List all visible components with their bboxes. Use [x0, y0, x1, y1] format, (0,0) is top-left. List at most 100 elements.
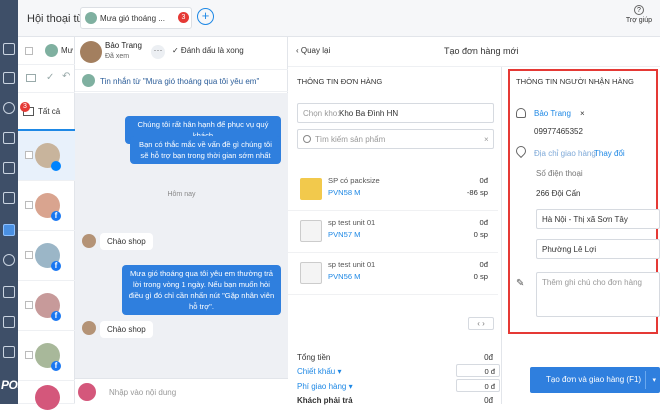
- contact-name: Bảo Trang: [105, 41, 142, 50]
- calendar-icon[interactable]: [3, 162, 15, 174]
- select-all-checkbox[interactable]: [25, 47, 33, 55]
- no-image-icon: [300, 220, 322, 242]
- page-avatar: [82, 74, 95, 87]
- receiver-phone: 09977465352: [534, 127, 583, 136]
- product-code-link[interactable]: PVN57 M: [328, 230, 361, 239]
- product-code-link[interactable]: PVN58 M: [328, 188, 361, 197]
- user-icon[interactable]: [3, 102, 15, 114]
- chevron-down-icon[interactable]: ▾: [652, 376, 656, 384]
- product-row[interactable]: SP có packsize PVN58 M 0đ -86 sp: [288, 171, 498, 211]
- order-panel: ‹ Quay lại Tạo đơn hàng mới THÔNG TIN ĐƠ…: [288, 37, 660, 405]
- list-item[interactable]: f: [18, 281, 75, 331]
- add-tab-button[interactable]: +: [197, 8, 214, 25]
- phone-field[interactable]: Số điện thoại: [536, 169, 583, 178]
- shipping-fee-dropdown[interactable]: Phí giao hàng ▾: [297, 382, 353, 391]
- tab-all-label: Tất cả: [38, 107, 61, 116]
- total-value: 0đ: [484, 353, 493, 362]
- change-address-link[interactable]: Thay đổi: [594, 149, 625, 158]
- order-info-panel: THÔNG TIN ĐƠN HÀNG Chọn kho: Kho Ba Đình…: [288, 67, 502, 405]
- tab-all[interactable]: 3 Tất cả: [18, 93, 75, 131]
- order-title: Tạo đơn hàng mới: [444, 46, 519, 56]
- list-toolbar: Mư: [18, 37, 75, 65]
- home-icon[interactable]: [3, 43, 15, 55]
- order-note-textarea[interactable]: Thêm ghi chú cho đơn hàng: [536, 272, 660, 317]
- document-icon[interactable]: [3, 72, 15, 84]
- mark-done-button[interactable]: ✓ Đánh dấu là xong: [172, 46, 244, 55]
- product-search[interactable]: Tìm kiếm sản phẩm ×: [297, 129, 494, 149]
- search-icon: [303, 135, 311, 143]
- compose-box[interactable]: Nhập vào nội dung: [75, 378, 288, 404]
- pencil-icon: ✎: [516, 278, 525, 289]
- product-image: [300, 178, 322, 200]
- store-icon[interactable]: [3, 316, 15, 328]
- help-button[interactable]: ? Trợ giúp: [626, 5, 652, 24]
- receiver-info-heading: THÔNG TIN NGƯỜI NHẬN HÀNG: [516, 77, 634, 86]
- cart-icon[interactable]: [3, 286, 15, 298]
- ward-select[interactable]: Phường Lê Lợi: [536, 239, 660, 259]
- warehouse-select[interactable]: Chọn kho: Kho Ba Đình HN: [297, 103, 494, 123]
- district-select[interactable]: Hà Nội - Thị xã Sơn Tây: [536, 209, 660, 229]
- row-checkbox[interactable]: [25, 201, 33, 209]
- product-row[interactable]: sp test unit 01 PVN56 M 0đ 0 sp: [288, 255, 498, 295]
- list-item[interactable]: f: [18, 181, 75, 231]
- list-item[interactable]: [18, 131, 75, 181]
- order-header: ‹ Quay lại Tạo đơn hàng mới: [288, 37, 660, 67]
- settings-icon[interactable]: [3, 254, 15, 266]
- facebook-icon: f: [51, 261, 61, 271]
- person-icon: [516, 108, 526, 118]
- row-checkbox[interactable]: [25, 301, 33, 309]
- clear-icon[interactable]: ×: [484, 135, 489, 144]
- list-item[interactable]: f: [18, 331, 75, 381]
- row-checkbox[interactable]: [25, 251, 33, 259]
- conversation-list: Mư ✓ ↶ 3 Tất cả f f f f: [18, 37, 75, 410]
- incoming-message: Chào shop: [100, 321, 153, 338]
- avatar: [82, 234, 96, 248]
- product-code-link[interactable]: PVN56 M: [328, 272, 361, 281]
- report-icon[interactable]: [3, 346, 15, 358]
- check-icon[interactable]: ✓: [46, 72, 54, 83]
- facebook-icon: f: [51, 211, 61, 221]
- chat-panel: Bảo Trang Đã xem ··· ✓ Đánh dấu là xong …: [75, 37, 288, 404]
- unread-badge: 3: [178, 12, 189, 23]
- app-sidebar: POS365: [0, 0, 44, 404]
- list-actions: ✓ ↶: [18, 65, 75, 93]
- tab-label: Mưa gió thoáng ...: [100, 14, 165, 23]
- mail-icon[interactable]: [26, 74, 36, 82]
- outgoing-message: Bạn có thắc mắc về vấn đề gì chúng tôi s…: [130, 136, 281, 164]
- discount-input[interactable]: 0 đ: [456, 364, 500, 377]
- shipping-fee-input[interactable]: 0 đ: [456, 379, 500, 392]
- message-list: Chúng tôi rất hân hạnh để phục vụ quý kh…: [75, 93, 288, 378]
- tab-conversation-source[interactable]: Mưa gió thoáng ... 3: [80, 7, 192, 29]
- row-checkbox[interactable]: [25, 351, 33, 359]
- receiver-info-panel: THÔNG TIN NGƯỜI NHẬN HÀNG Bảo Trang × 09…: [508, 69, 660, 334]
- top-bar: Hội thoại từ Mưa gió thoáng ... 3 + ? Trợ…: [18, 0, 660, 37]
- message-source: Tin nhắn từ "Mưa gió thoáng qua tôi yêu …: [75, 70, 288, 92]
- street-field[interactable]: 266 Đội Cấn: [536, 189, 580, 198]
- chat-apps-icon[interactable]: [3, 224, 15, 236]
- list-item[interactable]: f: [18, 231, 75, 281]
- avatar: [78, 383, 96, 401]
- pagination-arrows[interactable]: ‹ ›: [468, 317, 494, 330]
- more-options-button[interactable]: ···: [151, 45, 165, 59]
- back-button[interactable]: ‹ Quay lại: [296, 46, 330, 55]
- remove-receiver-icon[interactable]: ×: [580, 109, 585, 118]
- seen-status: Đã xem: [105, 53, 130, 60]
- row-checkbox[interactable]: [25, 151, 33, 159]
- source-link[interactable]: Tin nhắn từ "Mưa gió thoáng qua tôi yêu …: [100, 77, 259, 86]
- discount-dropdown[interactable]: Chiết khấu ▾: [297, 367, 341, 376]
- receiver-name-link[interactable]: Bảo Trang: [534, 109, 571, 118]
- page-avatar: [45, 44, 58, 57]
- incoming-message: Chào shop: [100, 233, 153, 250]
- outgoing-message: Mưa gió thoáng qua tôi yêu em thường trả…: [122, 265, 281, 315]
- warehouse-value: Kho Ba Đình HN: [339, 109, 399, 118]
- facebook-icon: f: [51, 311, 61, 321]
- unread-badge: 3: [20, 102, 30, 112]
- chart-icon[interactable]: [3, 192, 15, 204]
- box-icon[interactable]: [3, 132, 15, 144]
- reply-icon[interactable]: ↶: [62, 71, 70, 82]
- list-item[interactable]: [18, 381, 75, 410]
- product-row[interactable]: sp test unit 01 PVN57 M 0đ 0 sp: [288, 213, 498, 253]
- create-and-ship-button[interactable]: Tạo đơn và giao hàng (F1) ▾: [530, 367, 660, 393]
- order-info-heading: THÔNG TIN ĐƠN HÀNG: [297, 77, 383, 86]
- message-input[interactable]: Nhập vào nội dung: [109, 388, 176, 397]
